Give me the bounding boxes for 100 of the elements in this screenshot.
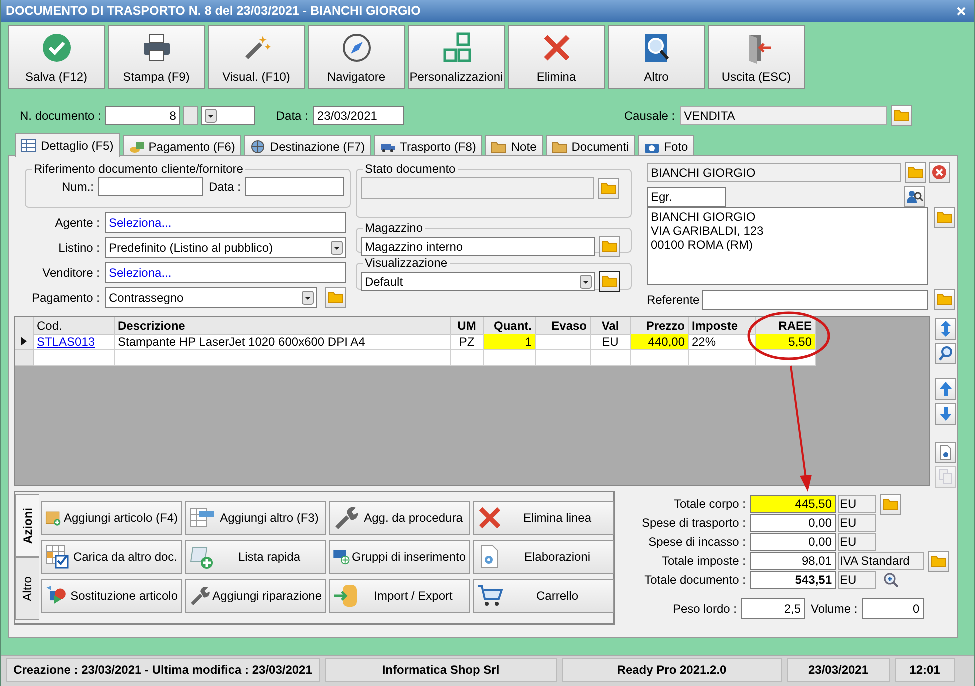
field-label: Spese di incasso : [648,535,746,549]
tab[interactable]: Documenti [546,135,636,157]
tab[interactable]: Foto [638,135,694,157]
folder-button[interactable] [599,271,620,292]
folder-icon [936,211,952,224]
currency-field: EU [838,495,876,513]
action-button[interactable]: Elaborazioni [473,540,614,574]
search-button[interactable] [935,342,956,364]
table-cell[interactable] [631,350,689,366]
tab[interactable]: Note [485,135,543,157]
print-button[interactable]: Stampa (F9) [108,25,205,89]
field-label: Data : [209,180,239,194]
reference-date-field[interactable] [245,177,344,196]
amount-field[interactable]: 98,01 [750,552,836,570]
cross-icon [477,505,503,531]
table-icon [21,138,37,152]
field-label: Venditore : [42,266,100,280]
navigator-button[interactable]: Navigatore [308,25,405,89]
table-cell[interactable] [536,350,591,366]
exit-button[interactable]: Uscita (ESC) [708,25,805,89]
remove-button[interactable] [929,162,950,183]
salutation-field[interactable]: Egr. [647,186,726,206]
tab[interactable]: Trasporto (F8) [374,135,482,157]
tab[interactable]: Pagamento (F6) [122,135,242,157]
folder-icon [602,275,618,288]
action-button[interactable]: Agg. da procedura [329,501,470,535]
folder-icon [908,166,924,179]
action-button[interactable]: Aggiungi articolo (F4) [41,501,182,535]
column-header[interactable]: Quant. [494,318,532,332]
spin-button[interactable] [183,106,198,125]
volume-field[interactable]: 0 [862,598,924,619]
reference-number-field[interactable] [98,177,203,196]
search-person-button[interactable] [904,186,925,207]
move-down-button[interactable] [935,403,956,425]
person-search-icon [906,190,922,204]
table-cell[interactable] [34,350,115,366]
sort-button[interactable] [935,318,956,340]
table-cell[interactable] [115,350,451,366]
preview-button[interactable]: Visual. (F10) [208,25,305,89]
close-icon[interactable] [957,6,966,16]
causale-field[interactable]: VENDITA [680,106,888,125]
address-text[interactable]: BIANCHI GIORGIO VIA GARIBALDI, 123 00100 ROMA (RM) [647,207,928,285]
currency-field: EU [838,571,876,589]
row-indicator[interactable] [15,334,34,350]
action-button[interactable]: Carrello [473,579,614,613]
document-number-field[interactable]: 8 [105,106,180,125]
picker-field[interactable]: Seleziona... [105,212,346,233]
field-label: Referente [647,292,701,306]
table-cell[interactable] [689,350,756,366]
action-button[interactable]: Aggiungi riparazione [185,579,326,613]
table-cell[interactable] [451,350,484,366]
action-button[interactable]: Lista rapida [185,540,326,574]
column-header[interactable]: RAEE [778,318,812,332]
column-header[interactable]: Val [602,318,620,332]
tab[interactable]: Destinazione (F7) [244,135,372,157]
side-tab[interactable]: Altro [15,557,39,620]
date-text: 23/03/2021 [787,658,890,682]
side-tab[interactable]: Azioni [15,494,39,557]
column-header[interactable]: Imposte [692,318,738,332]
action-button[interactable]: Sostituzione articolo [41,579,182,613]
dropdown[interactable]: Predefinito (Listino al pubblico) [105,237,346,258]
action-button[interactable]: Carica da altro doc. [41,540,182,574]
amount-field[interactable]: 445,50 [750,495,836,513]
field-label: Peso lordo : [672,602,737,616]
action-button[interactable]: Import / Export [329,579,470,613]
dropdown[interactable]: Contrassegno [105,287,317,308]
column-header[interactable]: Descrizione [118,318,186,332]
window-title: DOCUMENTO DI TRASPORTO N. 8 del 23/03/2021 - BIANCHI GIORGIO [6,4,421,18]
folder-icon [936,293,952,306]
action-button[interactable]: Gruppi di inserimento [329,540,470,574]
date-field[interactable]: 23/03/2021 [313,106,404,125]
delete-button[interactable]: Elimina [508,25,605,89]
table-cell[interactable] [484,350,536,366]
column-header[interactable]: Cod. [37,318,62,332]
customize-button[interactable]: Personalizzazioni [408,25,505,89]
action-button[interactable]: Aggiungi altro (F3) [185,501,326,535]
amount-field[interactable]: 0,00 [750,514,836,532]
series-dropdown[interactable] [201,106,256,125]
picker-field[interactable]: Seleziona... [105,262,346,283]
tab[interactable]: Dettaglio (F5) [15,133,120,157]
column-header[interactable]: Prezzo [646,318,685,332]
move-up-button[interactable] [935,378,956,400]
column-header[interactable]: Evaso [552,318,587,332]
contact-field[interactable] [702,290,928,310]
copy-icon [938,469,952,486]
amount-field[interactable]: 543,51 [750,571,836,589]
customer-name-field[interactable]: BIANCHI GIORGIO [647,163,901,182]
more-button[interactable]: Altro [608,25,705,89]
weight-field[interactable]: 2,5 [741,598,805,619]
table-cell[interactable] [756,350,816,366]
column-header[interactable]: UM [458,318,476,332]
save-button[interactable]: Salva (F12) [8,25,105,89]
product-code-link[interactable]: STLAS013 [34,334,115,350]
table-cell[interactable] [591,350,631,366]
document-settings-button[interactable] [935,442,956,464]
dropdown[interactable]: Default [361,272,595,291]
warehouse-field[interactable]: Magazzino interno [361,237,595,256]
amount-field[interactable]: 0,00 [750,533,836,551]
action-button[interactable]: Elimina linea [473,501,614,535]
folder-icon [930,554,946,568]
